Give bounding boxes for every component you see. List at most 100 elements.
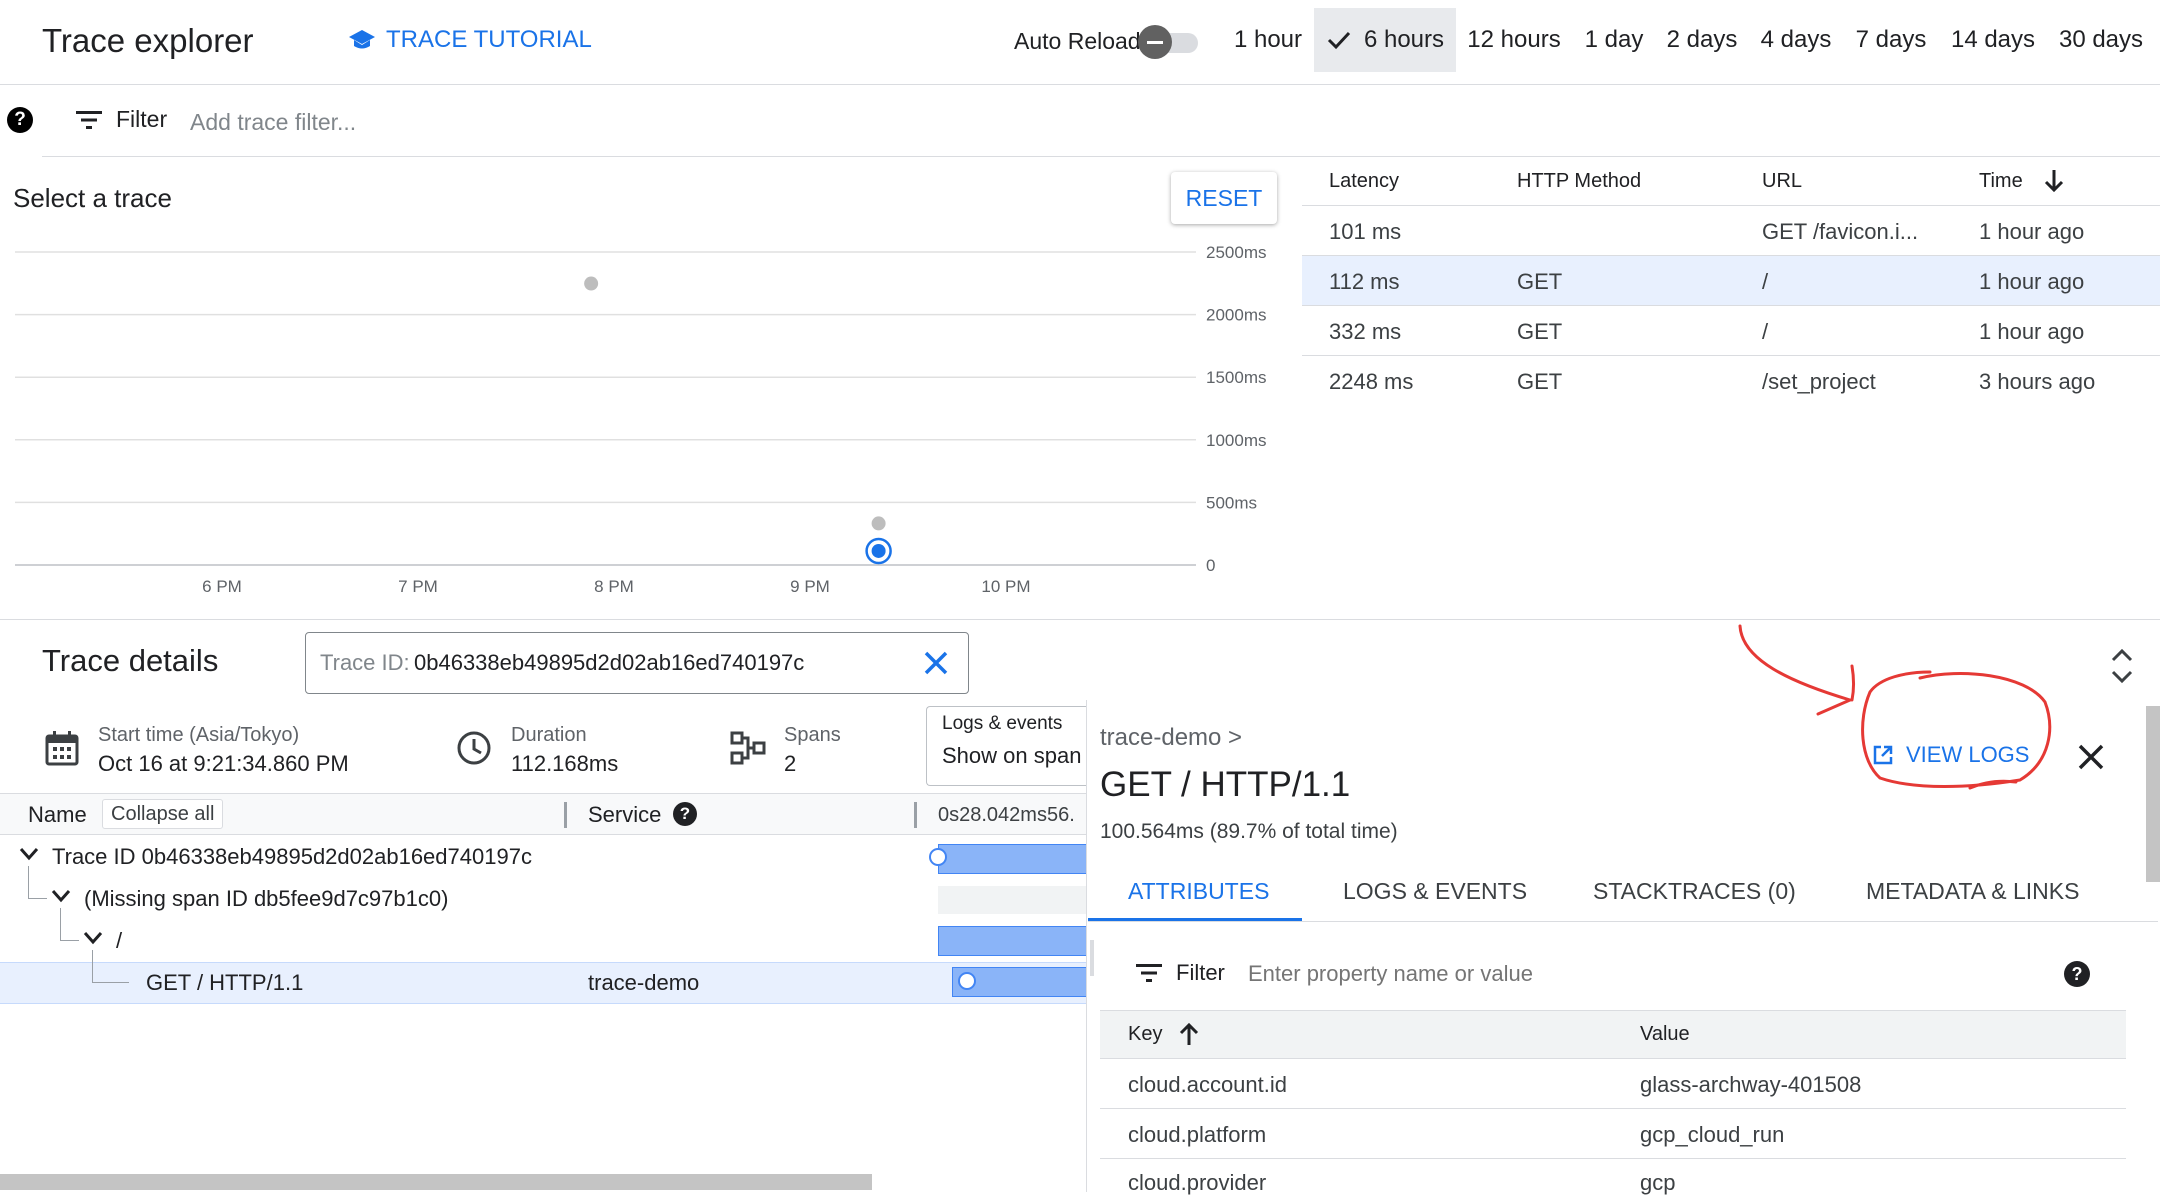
y-tick-label: 0: [1206, 556, 1215, 575]
divider: [1100, 1058, 2126, 1059]
y-tick-label: 500ms: [1206, 493, 1257, 512]
y-tick-label: 2000ms: [1206, 306, 1266, 325]
x-tick-label: 6 PM: [202, 577, 242, 596]
divider: [0, 84, 2160, 85]
range-12-hours[interactable]: 12 hours: [1462, 8, 1566, 72]
tree-row-label: (Missing span ID db5fee9d7c97b1c0): [84, 886, 449, 911]
trace-id-field[interactable]: Trace ID: 0b46338eb49895d2d02ab16ed74019…: [305, 632, 969, 694]
cell-time: 1 hour ago: [1979, 269, 2085, 294]
trace-tutorial-label: TRACE TUTORIAL: [386, 26, 592, 53]
trace-filter-input[interactable]: [188, 104, 792, 140]
trace-tutorial-link[interactable]: TRACE TUTORIAL: [348, 26, 592, 54]
expand-collapse-icon[interactable]: [2110, 646, 2134, 686]
vertical-scrollbar[interactable]: [2146, 706, 2160, 882]
calendar-icon: [45, 731, 79, 766]
cell-time: 1 hour ago: [1979, 219, 2085, 244]
range-label: 1 day: [1584, 26, 1644, 53]
tree-row-label: GET / HTTP/1.1: [146, 970, 304, 995]
logs-events-select[interactable]: Logs & events Show on span: [926, 706, 1087, 786]
divider: [1302, 255, 2160, 256]
select-trace-heading: Select a trace: [13, 183, 172, 213]
tab-attributes[interactable]: ATTRIBUTES: [1128, 878, 1269, 905]
y-tick-label: 1500ms: [1206, 368, 1266, 387]
range-1-day[interactable]: 1 day: [1578, 8, 1650, 72]
close-icon[interactable]: [2076, 742, 2106, 772]
range-label: 1 hour: [1233, 26, 1303, 53]
divider: [0, 834, 1086, 835]
spans-label: Spans: [784, 724, 841, 746]
span-bar[interactable]: [938, 926, 1087, 956]
col-url[interactable]: URL: [1762, 170, 1802, 193]
arrow-down-icon[interactable]: [2043, 168, 2065, 194]
cell-time: 3 hours ago: [1979, 369, 2096, 394]
tab-stacktraces[interactable]: STACKTRACES (0): [1593, 878, 1796, 905]
range-label: 4 days: [1760, 26, 1832, 53]
duration-label: Duration: [511, 724, 587, 746]
span-bar[interactable]: [938, 844, 1087, 874]
range-7-days[interactable]: 7 days: [1851, 8, 1931, 72]
range-30-days[interactable]: 30 days: [2054, 8, 2148, 72]
reset-button[interactable]: RESET: [1171, 172, 1277, 224]
col-http-method[interactable]: HTTP Method: [1517, 170, 1641, 193]
cell-method: GET: [1517, 269, 1563, 294]
col-name: Name: [28, 802, 87, 827]
col-key[interactable]: Key: [1128, 1023, 1162, 1046]
horizontal-scrollbar[interactable]: [0, 1174, 872, 1190]
latency-scatter-chart: 2500ms 2000ms 1500ms 1000ms 500ms 0 6 PM 7 PM 8 …: [15, 243, 1266, 596]
range-4-days[interactable]: 4 days: [1756, 8, 1836, 72]
clear-icon[interactable]: [922, 649, 950, 677]
tree-row[interactable]: [0, 920, 1086, 962]
chevron-down-icon[interactable]: [82, 930, 104, 946]
col-latency[interactable]: Latency: [1329, 170, 1399, 193]
range-6-hours[interactable]: 6 hours: [1314, 8, 1456, 72]
filter-icon: [1136, 964, 1162, 982]
panel-edge: [1090, 940, 1094, 976]
range-label: 14 days: [1950, 26, 2036, 53]
page-title: Trace explorer: [42, 22, 254, 59]
logs-events-label: Logs & events: [942, 713, 1063, 734]
logs-events-value: Show on span: [942, 743, 1082, 768]
auto-reload-toggle[interactable]: [1138, 25, 1200, 59]
cell-url: /: [1762, 269, 1769, 294]
x-tick-label: 8 PM: [594, 577, 634, 596]
cell-url: GET /favicon.i...: [1762, 219, 1919, 244]
toggle-knob: [1138, 25, 1172, 59]
collapse-all-button[interactable]: Collapse all: [102, 799, 224, 829]
attribute-value: glass-archway-401508: [1640, 1072, 1862, 1097]
tab-logs-events[interactable]: LOGS & EVENTS: [1343, 878, 1527, 905]
tab-metadata-links[interactable]: METADATA & LINKS: [1866, 878, 2079, 905]
chevron-down-icon[interactable]: [18, 846, 40, 862]
column-resizer[interactable]: [914, 802, 917, 828]
cell-latency: 332 ms: [1329, 319, 1402, 344]
arrow-up-icon[interactable]: [1178, 1021, 1200, 1047]
cell-latency: 112 ms: [1329, 269, 1400, 294]
col-time[interactable]: Time: [1979, 170, 2023, 193]
clock-icon: [457, 731, 491, 765]
cell-url: /: [1762, 319, 1769, 344]
help-icon[interactable]: ?: [673, 802, 697, 826]
range-14-days[interactable]: 14 days: [1946, 8, 2040, 72]
span-breadcrumb[interactable]: trace-demo >: [1100, 724, 1242, 752]
chevron-down-icon[interactable]: [50, 888, 72, 904]
span-bar-missing[interactable]: [938, 886, 1086, 914]
help-icon[interactable]: ?: [2064, 961, 2090, 987]
help-icon[interactable]: ?: [7, 107, 33, 133]
cell-latency: 2248 ms: [1329, 369, 1414, 394]
check-icon: [1327, 31, 1351, 50]
range-1-hour[interactable]: 1 hour: [1226, 8, 1310, 72]
span-marker: [958, 972, 976, 990]
timeline-ticks: 0s28.042ms56.: [938, 804, 1075, 826]
attribute-filter-input[interactable]: [1246, 956, 1810, 992]
column-resizer[interactable]: [564, 802, 567, 828]
col-value: Value: [1640, 1023, 1690, 1045]
range-2-days[interactable]: 2 days: [1662, 8, 1742, 72]
divider: [1088, 921, 2158, 922]
data-point: [584, 276, 599, 291]
filter-text: Filter: [1176, 960, 1225, 985]
attribute-table-header: [1100, 1011, 2126, 1058]
spans-icon: [730, 731, 766, 765]
filter-label: Filter: [76, 106, 167, 133]
selected-data-point: [871, 543, 886, 558]
start-time-value: Oct 16 at 9:21:34.860 PM: [98, 751, 349, 776]
red-annotation: [1738, 624, 2052, 790]
